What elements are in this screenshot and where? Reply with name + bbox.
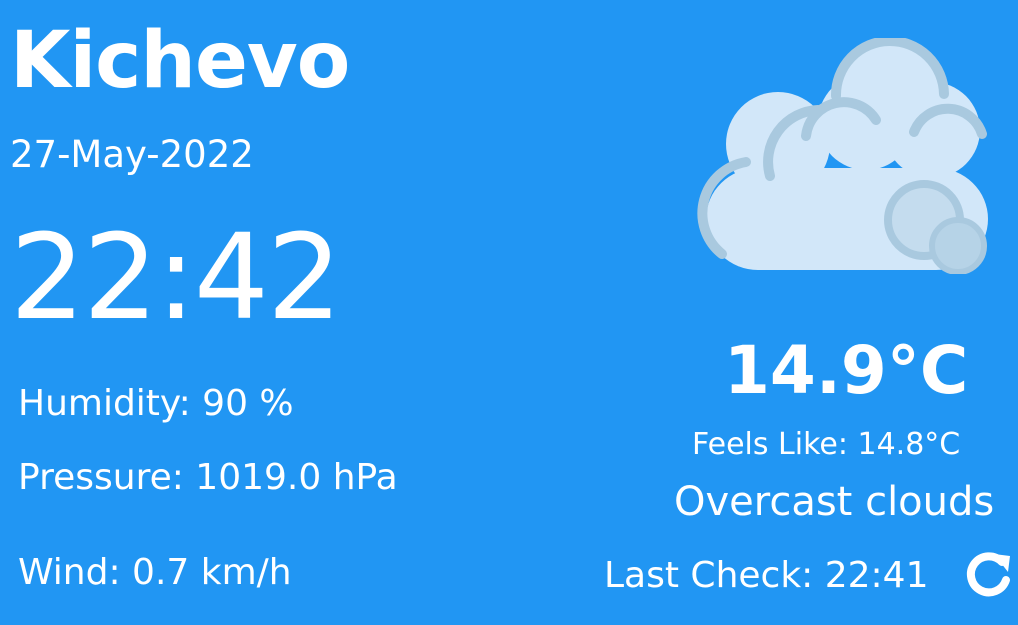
refresh-icon[interactable] (962, 548, 1014, 600)
current-time: 22:42 (10, 208, 342, 346)
feels-like: Feels Like: 14.8°C (692, 427, 961, 462)
weather-description: Overcast clouds (674, 479, 995, 525)
pressure-value: Pressure: 1019.0 hPa (18, 457, 398, 498)
city-name: Kichevo (10, 16, 350, 106)
wind-value: Wind: 0.7 km/h (18, 552, 292, 593)
humidity-value: Humidity: 90 % (18, 383, 294, 424)
last-check-time: Last Check: 22:41 (604, 555, 929, 596)
temperature: 14.9°C (724, 332, 969, 409)
current-date: 27-May-2022 (10, 133, 254, 176)
overcast-clouds-icon (697, 38, 988, 274)
